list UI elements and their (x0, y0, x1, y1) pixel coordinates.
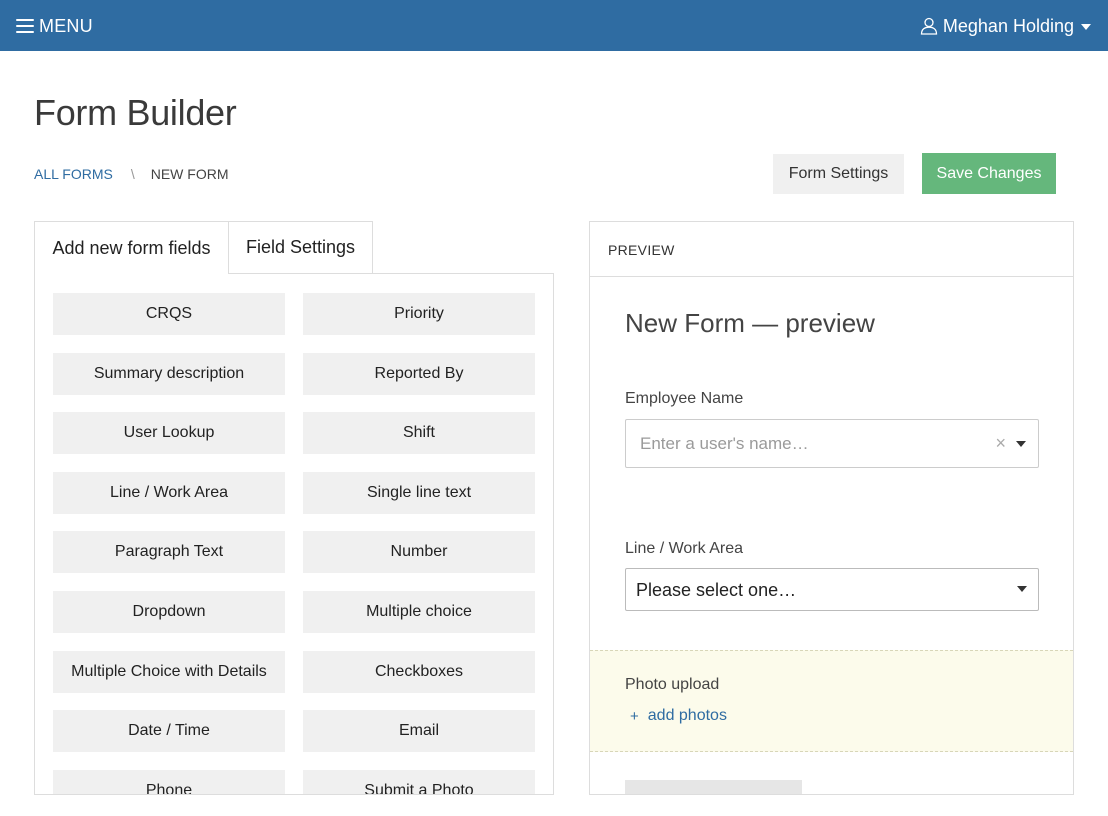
preview-panel: PREVIEW New Form — preview Employee Name… (589, 221, 1074, 795)
field-button-summary-description[interactable]: Summary description (53, 352, 285, 395)
field-button-priority[interactable]: Priority (303, 293, 535, 335)
employee-name-label: Employee Name (625, 390, 744, 407)
plus-icon: + (630, 707, 639, 725)
page-title: Form Builder (34, 92, 237, 133)
employee-name-placeholder: Enter a user's name… (640, 434, 809, 453)
menu-button[interactable]: MENU (16, 14, 93, 38)
field-button-multiple-choice-with-details[interactable]: Multiple Choice with Details (53, 650, 285, 693)
save-changes-button[interactable]: Save Changes (922, 153, 1056, 194)
user-menu[interactable]: Meghan Holding (920, 14, 1091, 38)
menu-label: MENU (39, 15, 93, 36)
next-field-placeholder (625, 780, 802, 794)
preview-header: PREVIEW (590, 222, 1073, 277)
add-photos-link[interactable]: + add photos (630, 707, 727, 725)
user-outline-icon (920, 17, 938, 35)
form-fields-panel: CRQS Priority Summary description Report… (34, 273, 554, 795)
breadcrumb-all-forms-link[interactable]: ALL FORMS (34, 166, 113, 182)
tab-field-settings[interactable]: Field Settings (228, 221, 373, 274)
field-button-single-line-text[interactable]: Single line text (303, 471, 535, 514)
preview-form-title: New Form — preview (625, 308, 875, 338)
field-button-checkboxes[interactable]: Checkboxes (303, 650, 535, 693)
hamburger-icon (16, 19, 34, 33)
photo-upload-label: Photo upload (625, 676, 720, 693)
preview-heading: PREVIEW (608, 242, 675, 258)
tab-add-new-form-fields[interactable]: Add new form fields (34, 221, 229, 274)
field-button-shift[interactable]: Shift (303, 412, 535, 455)
field-button-user-lookup[interactable]: User Lookup (53, 412, 285, 455)
user-name: Meghan Holding (942, 15, 1074, 36)
top-navigation-bar: MENU Meghan Holding (0, 0, 1108, 51)
field-button-crqs[interactable]: CRQS (53, 293, 285, 335)
field-button-paragraph-text[interactable]: Paragraph Text (53, 531, 285, 574)
field-button-phone[interactable]: Phone (53, 769, 285, 794)
line-work-area-label: Line / Work Area (625, 540, 743, 557)
breadcrumb: ALL FORMS \ NEW FORM (34, 166, 229, 182)
field-button-date-time[interactable]: Date / Time (53, 710, 285, 753)
add-photos-label: add photos (647, 707, 727, 724)
field-button-line-work-area[interactable]: Line / Work Area (53, 471, 285, 514)
caret-down-icon[interactable] (1016, 441, 1026, 447)
line-work-area-selected-value: Please select one… (636, 580, 797, 600)
caret-down-icon (1081, 24, 1091, 30)
breadcrumb-separator: \ (130, 166, 135, 182)
field-button-reported-by[interactable]: Reported By (303, 352, 535, 395)
employee-name-user-select[interactable]: Enter a user's name… × (625, 419, 1039, 468)
field-button-number[interactable]: Number (303, 531, 535, 574)
breadcrumb-current: NEW FORM (150, 166, 229, 182)
form-settings-button[interactable]: Form Settings (773, 154, 904, 194)
caret-down-icon (1017, 586, 1027, 592)
field-button-submit-a-photo[interactable]: Submit a Photo (303, 769, 535, 794)
photo-upload-section: Photo upload + add photos (590, 650, 1073, 752)
field-button-grid: CRQS Priority Summary description Report… (53, 293, 535, 794)
field-button-email[interactable]: Email (303, 710, 535, 753)
field-button-dropdown[interactable]: Dropdown (53, 590, 285, 633)
field-button-multiple-choice[interactable]: Multiple choice (303, 590, 535, 633)
close-icon[interactable]: × (995, 433, 1006, 454)
line-work-area-select[interactable]: Please select one… (625, 568, 1039, 611)
